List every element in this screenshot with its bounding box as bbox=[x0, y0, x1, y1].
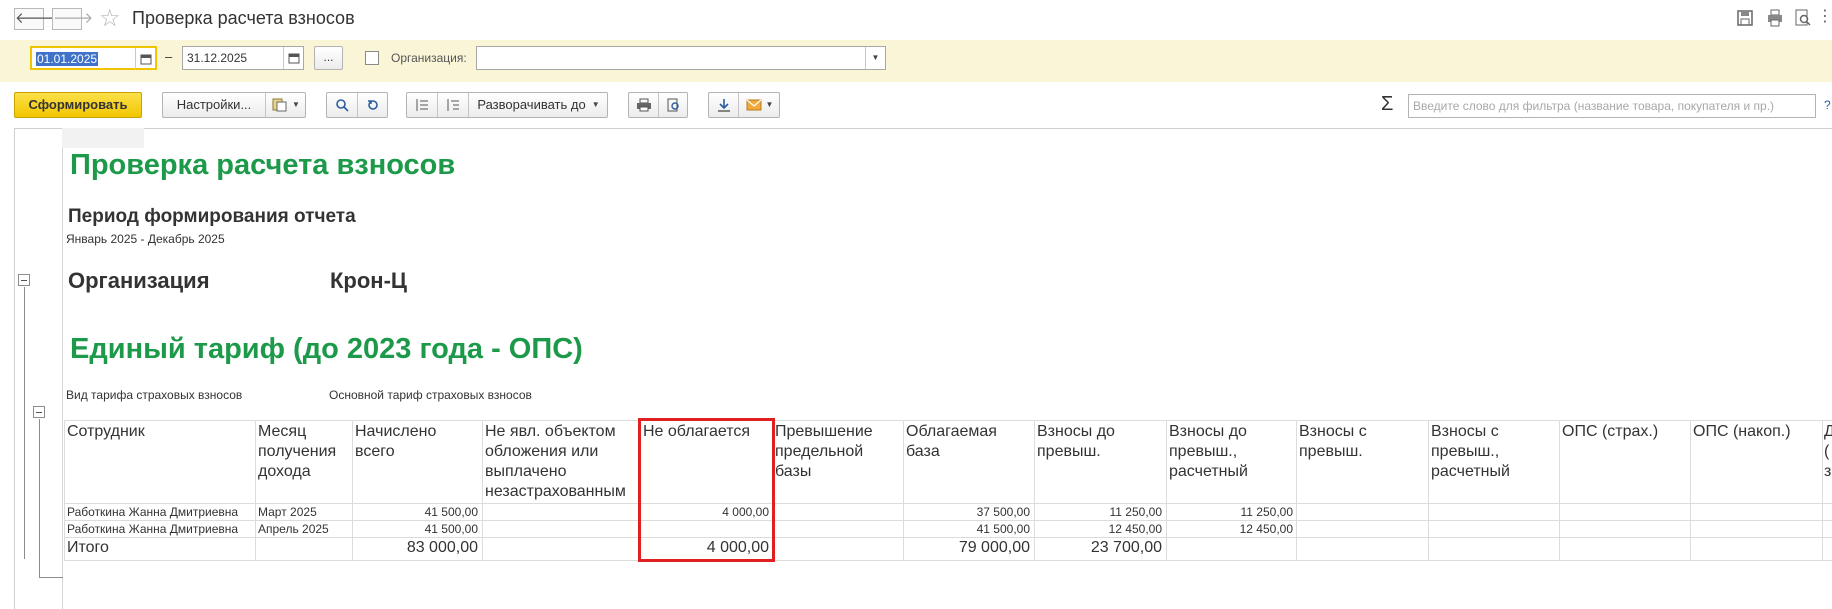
cell-accrued[interactable]: 41 500,00 bbox=[352, 522, 478, 536]
preview-icon[interactable] bbox=[1793, 8, 1813, 28]
cell-month[interactable]: Апрель 2025 bbox=[258, 522, 329, 536]
period-label: Период формирования отчета bbox=[68, 206, 356, 227]
tariff-type-label: Вид тарифа страховых взносов bbox=[66, 388, 243, 402]
expand-to-dropdown[interactable]: Разворачивать до ▼ bbox=[469, 93, 608, 117]
cell-employee[interactable]: Работкина Жанна Дмитриевна bbox=[67, 505, 238, 519]
col-header-after-calc: Взносы с превыш., расчетный bbox=[1431, 423, 1510, 480]
cell-base[interactable]: 41 500,00 bbox=[903, 522, 1030, 536]
col-header-month: Месяц получения дохода bbox=[258, 423, 337, 480]
settings-group: Настройки... ▼ bbox=[162, 92, 306, 118]
col-header-after: Взносы с превыш. bbox=[1299, 423, 1367, 460]
org-select[interactable]: ▼ bbox=[476, 46, 886, 70]
col-header-ops-funded: ОПС (накоп.) bbox=[1693, 423, 1791, 440]
calendar-icon[interactable] bbox=[135, 48, 155, 70]
col-header-accrued: Начислено всего bbox=[355, 423, 437, 460]
collapse-groups-icon bbox=[416, 99, 428, 111]
cell-before[interactable]: 11 250,00 bbox=[1034, 505, 1163, 519]
settings-button[interactable]: Настройки... bbox=[163, 93, 265, 117]
cell-base[interactable]: 37 500,00 bbox=[903, 505, 1030, 519]
col-header-before-calc: Взносы до превыш., расчетный bbox=[1169, 423, 1248, 480]
group-collapse-tariff[interactable] bbox=[33, 406, 45, 418]
export-group: ▼ bbox=[708, 92, 780, 118]
back-button[interactable]: 🡐 bbox=[14, 8, 55, 30]
report-variants-icon bbox=[272, 98, 287, 112]
col-header-base: Облагаемая база bbox=[906, 423, 997, 460]
filter-search-input[interactable]: Введите слово для фильтра (название това… bbox=[1408, 94, 1816, 118]
col-header-employee: Сотрудник bbox=[67, 423, 145, 440]
chevron-down-icon: ▼ bbox=[292, 100, 300, 109]
org-label: Организация: bbox=[391, 51, 467, 65]
print-group bbox=[628, 92, 688, 118]
cell-accrued[interactable]: 41 500,00 bbox=[352, 505, 478, 519]
generate-button[interactable]: Сформировать bbox=[14, 92, 142, 118]
cell-before[interactable]: 12 450,00 bbox=[1034, 522, 1162, 536]
print-icon bbox=[636, 98, 651, 112]
cell-before-calc[interactable]: 12 450,00 bbox=[1166, 522, 1293, 536]
help-icon[interactable]: ? bbox=[1824, 98, 1831, 112]
sum-icon[interactable]: Σ bbox=[1381, 93, 1393, 116]
print-button[interactable] bbox=[629, 93, 658, 117]
download-icon bbox=[717, 99, 730, 112]
print-icon[interactable] bbox=[1765, 8, 1785, 28]
send-mail-button[interactable]: ▼ bbox=[739, 93, 780, 117]
period-value: Январь 2025 - Декабрь 2025 bbox=[66, 232, 225, 246]
total-before[interactable]: 23 700,00 bbox=[1034, 539, 1162, 557]
col-header-ops-insured: ОПС (страх.) bbox=[1562, 423, 1659, 440]
highlight-frame bbox=[638, 418, 775, 562]
window-title: Проверка расчета взносов bbox=[132, 8, 355, 28]
date-from-value: 01.01.2025 bbox=[36, 52, 99, 66]
cell-before-calc[interactable]: 11 250,00 bbox=[1166, 505, 1294, 519]
save-icon[interactable] bbox=[1735, 8, 1755, 28]
date-dash: – bbox=[165, 49, 173, 64]
expand-groups-icon bbox=[447, 99, 459, 111]
col-header-excess: Превышение предельной базы bbox=[775, 423, 873, 480]
date-to-field[interactable]: 31.12.2025 bbox=[182, 46, 304, 70]
expand-to-label: Разворачивать до bbox=[477, 97, 586, 112]
search-group bbox=[326, 92, 388, 118]
total-base[interactable]: 79 000,00 bbox=[903, 539, 1030, 557]
more-icon[interactable]: ⋮ bbox=[1817, 6, 1832, 26]
report-title: Проверка расчета взносов bbox=[70, 149, 456, 181]
save-file-button[interactable] bbox=[709, 93, 738, 117]
col-header-before: Взносы до превыш. bbox=[1037, 423, 1115, 460]
grouping-group: Разворачивать до ▼ bbox=[406, 92, 608, 118]
calendar-icon[interactable] bbox=[283, 47, 303, 69]
date-to-value: 31.12.2025 bbox=[187, 51, 248, 65]
col-header-truncated: Д ( з bbox=[1824, 423, 1832, 480]
expand-button[interactable] bbox=[438, 93, 468, 117]
variants-button[interactable]: ▼ bbox=[266, 93, 306, 117]
total-label: Итого bbox=[67, 539, 109, 556]
tariff-heading: Единый тариф (до 2023 года - ОПС) bbox=[70, 333, 583, 365]
mail-icon bbox=[746, 99, 762, 111]
arrow-right-icon: 🡒 bbox=[53, 10, 94, 27]
cell-employee[interactable]: Работкина Жанна Дмитриевна bbox=[67, 522, 238, 536]
search-icon bbox=[336, 99, 349, 112]
preview-icon bbox=[667, 98, 679, 112]
period-select-button[interactable]: ... bbox=[314, 46, 343, 70]
search-button[interactable] bbox=[327, 93, 357, 117]
chevron-down-icon[interactable]: ▼ bbox=[865, 47, 885, 69]
chevron-down-icon: ▼ bbox=[591, 100, 600, 109]
total-accrued[interactable]: 83 000,00 bbox=[352, 539, 478, 557]
date-from-field[interactable]: 01.01.2025 bbox=[30, 46, 157, 70]
search-refresh-icon bbox=[368, 100, 378, 110]
org-checkbox[interactable] bbox=[365, 51, 379, 65]
chevron-down-icon: ▼ bbox=[765, 100, 774, 109]
cell-month[interactable]: Март 2025 bbox=[258, 505, 317, 519]
org-heading-value: Крон-Ц bbox=[330, 268, 407, 293]
search-replace-button[interactable] bbox=[358, 93, 388, 117]
org-heading-label: Организация bbox=[68, 268, 210, 293]
arrow-left-icon: 🡐 bbox=[15, 10, 56, 27]
tariff-type-value: Основной тариф страховых взносов bbox=[329, 388, 532, 402]
col-header-not-object: Не явл. объектом обложения или выплачено… bbox=[485, 423, 626, 500]
preview-button[interactable] bbox=[659, 93, 688, 117]
group-collapse-organization[interactable] bbox=[18, 274, 30, 286]
star-icon[interactable]: ☆ bbox=[99, 4, 121, 33]
forward-button[interactable]: 🡒 bbox=[52, 8, 93, 30]
collapse-button[interactable] bbox=[407, 93, 437, 117]
